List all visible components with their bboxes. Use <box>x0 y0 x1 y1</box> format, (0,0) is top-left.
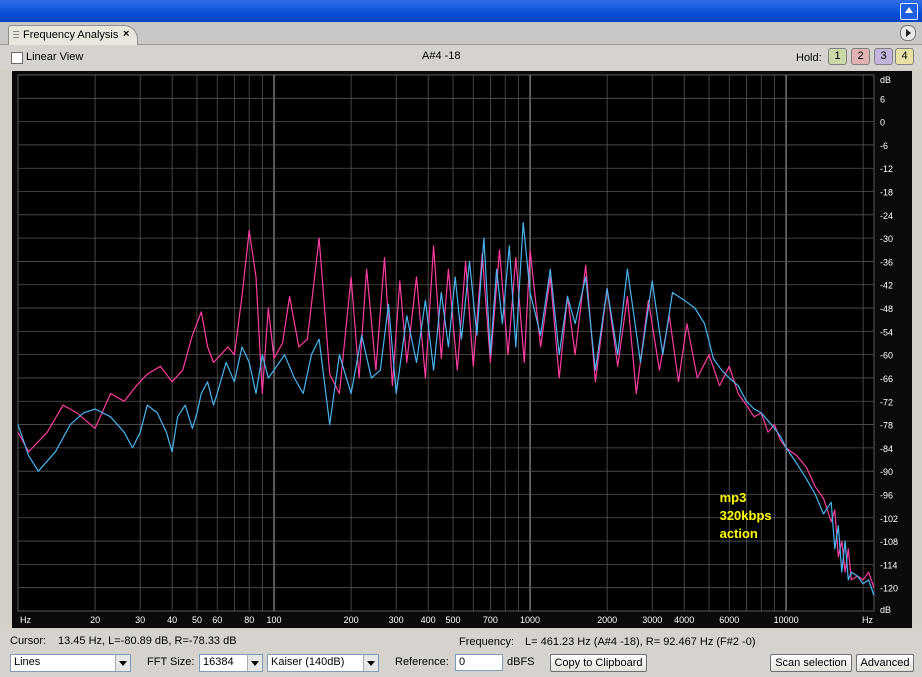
x-tick-label: 3000 <box>642 615 662 625</box>
hold-label: Hold: <box>796 52 822 64</box>
tab-label: Frequency Analysis <box>23 29 119 41</box>
analysis-toolbar <box>0 45 922 69</box>
x-axis-unit-right: Hz <box>862 615 873 625</box>
y-tick-label: -54 <box>880 327 893 337</box>
y-tick-label: -36 <box>880 257 893 267</box>
copy-to-clipboard-button[interactable]: Copy to Clipboard <box>550 654 647 672</box>
reference-input[interactable]: 0 <box>455 654 503 671</box>
annotation-line: action <box>720 526 758 541</box>
scan-selection-button[interactable]: Scan selection <box>770 654 852 672</box>
y-tick-label: -114 <box>880 560 897 570</box>
fft-size-select[interactable]: 16384 <box>199 654 263 672</box>
linear-view-checkbox[interactable] <box>11 52 23 64</box>
y-axis-unit-bottom: dB <box>880 605 891 615</box>
x-tick-label: 6000 <box>719 615 739 625</box>
chevron-down-icon[interactable] <box>363 655 378 671</box>
window-titlebar <box>0 0 922 22</box>
linear-view-label: Linear View <box>26 51 84 63</box>
frequency-label: Frequency: <box>459 636 515 648</box>
hold-button-3[interactable]: 3 <box>874 48 893 65</box>
y-tick-label: -30 <box>880 234 893 244</box>
x-tick-label: 80 <box>244 615 254 625</box>
y-tick-label: -102 <box>880 514 898 524</box>
y-tick-label: -18 <box>880 188 893 198</box>
x-tick-label: 1000 <box>520 615 540 625</box>
x-tick-label: 20 <box>90 615 100 625</box>
x-tick-label: 500 <box>445 615 460 625</box>
spectrum-chart[interactable]: 60-6-12-18-24-30-36-42-48-54-60-66-72-78… <box>12 71 912 628</box>
spectrum-plot[interactable]: 6 0 -6 -12 -18 -24 -30 -36 -42 -48 -54 -60 -66 -72 -78… <box>12 71 912 628</box>
x-tick-label: 400 <box>421 615 436 625</box>
note-readout: A#4 -18 <box>422 50 461 62</box>
reference-label: Reference: <box>395 656 449 668</box>
fft-size-value: 16384 <box>203 656 234 668</box>
display-mode-select[interactable]: Lines <box>10 654 131 672</box>
window-function-value: Kaiser (140dB) <box>271 656 345 668</box>
x-axis-unit-left: Hz <box>20 615 31 625</box>
reference-unit: dBFS <box>507 656 535 668</box>
display-mode-value: Lines <box>14 656 41 668</box>
x-tick-label: 200 <box>344 615 359 625</box>
advanced-button[interactable]: Advanced <box>856 654 914 672</box>
x-tick-label: 30 <box>135 615 145 625</box>
y-tick-label: -108 <box>880 537 898 547</box>
y-tick-label: -66 <box>880 374 893 384</box>
x-tick-label: 300 <box>389 615 404 625</box>
x-tick-label: 2000 <box>597 615 617 625</box>
x-tick-label: 60 <box>212 615 222 625</box>
hold-button-1[interactable]: 1 <box>828 48 847 65</box>
chevron-down-icon[interactable] <box>247 655 262 671</box>
y-tick-label: -120 <box>880 584 898 594</box>
y-tick-label: 6 <box>880 94 885 104</box>
hold-button-4[interactable]: 4 <box>895 48 914 65</box>
panel-tabbar: Frequency Analysis × <box>0 22 922 45</box>
x-tick-label: 50 <box>192 615 202 625</box>
frequency-value: L= 461.23 Hz (A#4 -18), R= 92.467 Hz (F#… <box>525 636 756 648</box>
x-tick-label: 100 <box>267 615 282 625</box>
y-tick-label: -12 <box>880 164 893 174</box>
y-tick-label: -24 <box>880 211 893 221</box>
y-tick-label: -60 <box>880 351 893 361</box>
x-tick-label: 10000 <box>774 615 799 625</box>
annotation-line: 320kbps <box>720 508 772 523</box>
close-icon[interactable]: × <box>123 28 129 40</box>
y-tick-label: -78 <box>880 421 893 431</box>
window-restore-button[interactable] <box>900 3 918 20</box>
y-axis-unit-top: dB <box>880 75 891 85</box>
reference-value: 0 <box>459 656 466 668</box>
y-tick-label: -42 <box>880 281 893 291</box>
y-tick-label: -84 <box>880 444 893 454</box>
chevron-down-icon[interactable] <box>115 655 130 671</box>
tab-frequency-analysis[interactable]: Frequency Analysis × <box>8 25 138 45</box>
cursor-label: Cursor: <box>10 635 47 647</box>
hold-button-2[interactable]: 2 <box>851 48 870 65</box>
x-tick-label: 4000 <box>674 615 694 625</box>
y-tick-label: -96 <box>880 490 893 500</box>
window-function-select[interactable]: Kaiser (140dB) <box>267 654 379 672</box>
y-tick-label: -72 <box>880 397 893 407</box>
annotation-line: mp3 <box>720 490 747 505</box>
cursor-value: 13.45 Hz, L=-80.89 dB, R=-78.33 dB <box>58 635 237 647</box>
y-tick-label: -48 <box>880 304 893 314</box>
y-tick-label: 0 <box>880 118 885 128</box>
y-tick-label: -6 <box>880 141 888 151</box>
y-tick-label: -90 <box>880 467 893 477</box>
x-tick-label: 40 <box>167 615 177 625</box>
fft-size-label: FFT Size: <box>147 656 195 668</box>
panel-menu-icon[interactable] <box>900 25 916 41</box>
grip-icon[interactable] <box>13 31 19 40</box>
x-tick-label: 700 <box>483 615 498 625</box>
